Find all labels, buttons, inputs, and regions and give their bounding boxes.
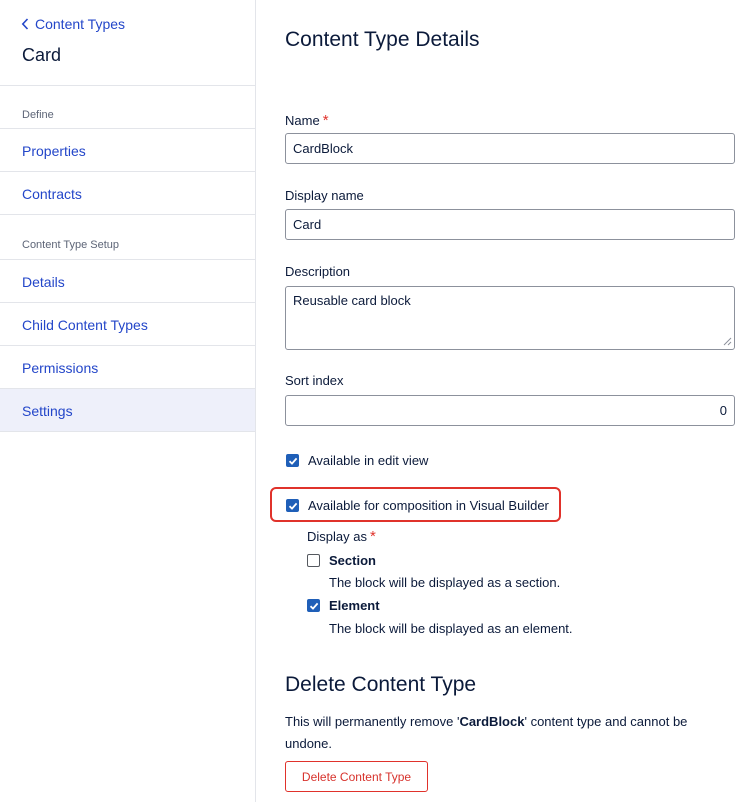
display-as-section-row[interactable]: Section: [307, 553, 376, 568]
checkmark-icon: [288, 502, 297, 510]
delete-text-name: CardBlock: [459, 714, 525, 729]
required-marker: *: [369, 528, 376, 545]
checkmark-icon: [309, 602, 318, 610]
chevron-left-icon: [21, 18, 29, 30]
description-textarea[interactable]: Reusable card block: [285, 286, 735, 350]
sidebar: Content Types Card Define Properties Con…: [0, 0, 256, 802]
checkmark-icon: [288, 457, 297, 465]
display-as-element-description: The block will be displayed as an elemen…: [329, 621, 573, 636]
divider: [0, 431, 255, 432]
divider: [0, 85, 255, 86]
display-as-element-row[interactable]: Element: [307, 598, 380, 613]
display-as-element-label: Element: [329, 598, 380, 613]
back-link-label: Content Types: [35, 16, 126, 32]
sidebar-item-settings[interactable]: Settings: [0, 389, 255, 432]
available-edit-view-row[interactable]: Available in edit view: [286, 453, 428, 468]
description-label: Description: [285, 264, 351, 279]
display-as-label: Display as *: [307, 528, 376, 545]
available-visual-builder-checkbox[interactable]: [286, 499, 299, 512]
display-as-section-label: Section: [329, 553, 376, 568]
sidebar-item-contracts[interactable]: Contracts: [0, 172, 255, 215]
display-name-input[interactable]: [285, 209, 735, 240]
display-as-label-text: Display as: [307, 529, 367, 544]
sort-index-input[interactable]: [285, 395, 735, 426]
available-edit-view-checkbox[interactable]: [286, 454, 299, 467]
available-visual-builder-row[interactable]: Available for composition in Visual Buil…: [286, 498, 549, 513]
sort-index-label: Sort index: [285, 373, 344, 388]
display-as-section-checkbox[interactable]: [307, 554, 320, 567]
name-label: Name *: [285, 112, 329, 129]
delete-text-prefix: This will permanently remove ': [285, 714, 460, 729]
display-name-label: Display name: [285, 188, 364, 203]
available-visual-builder-label: Available for composition in Visual Buil…: [308, 498, 549, 513]
sidebar-title: Card: [22, 45, 62, 65]
sidebar-item-properties[interactable]: Properties: [0, 129, 255, 172]
display-as-section-description: The block will be displayed as a section…: [329, 575, 561, 590]
available-edit-view-label: Available in edit view: [308, 453, 429, 468]
sidebar-item-permissions[interactable]: Permissions: [0, 346, 255, 389]
display-as-element-checkbox[interactable]: [307, 599, 320, 612]
divider: [0, 214, 255, 215]
name-label-text: Name: [285, 113, 320, 128]
sidebar-section-setup: Content Type Setup: [22, 239, 120, 251]
delete-warning-text: This will permanently remove 'CardBlock'…: [285, 711, 725, 755]
sidebar-section-define: Define: [22, 109, 54, 121]
required-marker: *: [322, 112, 329, 129]
sidebar-item-details[interactable]: Details: [0, 260, 255, 303]
sidebar-item-child-content-types[interactable]: Child Content Types: [0, 303, 255, 346]
back-to-content-types-link[interactable]: Content Types: [21, 16, 125, 32]
resize-grip-icon[interactable]: [723, 337, 732, 346]
delete-section-title: Delete Content Type: [285, 673, 477, 696]
main-content: Content Type Details Name* Display name …: [256, 0, 746, 802]
delete-content-type-button[interactable]: Delete Content Type: [285, 761, 428, 792]
page-title: Content Type Details: [285, 28, 480, 51]
name-input[interactable]: [285, 133, 735, 164]
